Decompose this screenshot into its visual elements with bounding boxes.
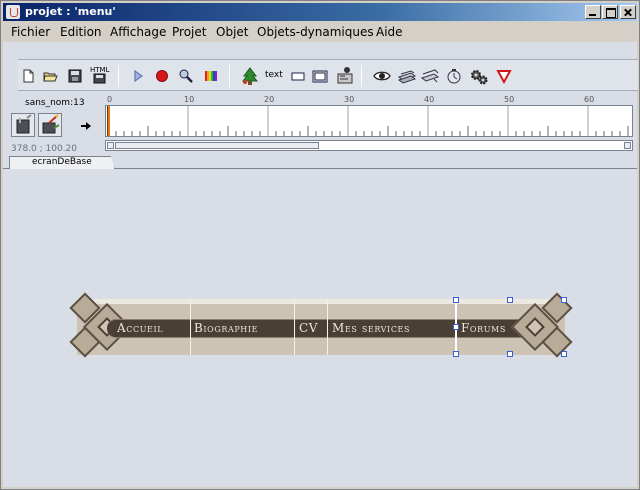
minimize-button[interactable] (585, 5, 601, 19)
timeline-scrollbar[interactable] (105, 140, 633, 151)
ruler-label: 0 (107, 95, 113, 104)
selection-handle[interactable] (453, 351, 459, 357)
zoom-icon[interactable] (178, 68, 194, 84)
application-window: projet : 'menu' Fichier Edition Affichag… (0, 0, 640, 490)
menu-objets-dynamiques[interactable]: Objets-dynamiques (257, 25, 374, 39)
ruler-labels: 0 10 20 30 40 50 60 (105, 95, 633, 105)
toolbar: HTML text (18, 59, 638, 91)
divider (294, 299, 295, 355)
window-title: projet : 'menu' (25, 5, 116, 18)
menu-banner[interactable]: Accueil Biographie CV Mes services Forum… (69, 292, 573, 358)
new-file-icon[interactable] (20, 68, 36, 84)
layers-alt-icon[interactable] (420, 68, 440, 84)
tab-label: ecranDeBase (32, 157, 92, 167)
menu-affichage[interactable]: Affichage (110, 25, 166, 39)
html-export-icon[interactable]: HTML (90, 65, 110, 85)
toolbar-separator (118, 65, 119, 87)
banner-item-accueil[interactable]: Accueil (117, 321, 163, 335)
ruler-label: 50 (504, 95, 515, 104)
open-folder-icon[interactable] (42, 68, 58, 84)
gears-icon[interactable] (469, 68, 489, 85)
scroll-right-button[interactable] (624, 142, 631, 149)
timeline-ruler[interactable] (105, 105, 633, 137)
color-palette-icon[interactable] (203, 68, 219, 84)
maximize-button[interactable] (602, 5, 618, 19)
java-icon (6, 5, 20, 19)
eye-icon[interactable] (373, 68, 391, 84)
menu-projet[interactable]: Projet (172, 25, 206, 39)
close-button[interactable] (620, 5, 636, 19)
banner-item-forums[interactable]: Forums (461, 321, 506, 335)
save-icon[interactable] (67, 68, 83, 84)
coordinates-readout: 378.0 ; 100.20 (11, 144, 78, 154)
ruler-label: 60 (584, 95, 595, 104)
svg-text:HTML: HTML (90, 66, 110, 74)
divider (327, 299, 328, 355)
ruler-label: 30 (344, 95, 355, 104)
rectangle-tool-icon[interactable] (290, 68, 306, 84)
toolbar-separator (229, 65, 230, 87)
selection-handle[interactable] (507, 297, 513, 303)
selection-handle[interactable] (561, 297, 567, 303)
banner-item-cv[interactable]: CV (299, 321, 318, 335)
scroll-left-button[interactable] (107, 142, 114, 149)
filter-icon[interactable] (496, 68, 512, 85)
menu-edition[interactable]: Edition (60, 25, 102, 39)
record-icon[interactable] (154, 68, 170, 84)
ruler-ticks (107, 106, 629, 136)
selection-handle[interactable] (453, 297, 459, 303)
banner-item-mes-services[interactable]: Mes services (332, 321, 410, 335)
tree-icon[interactable] (240, 66, 260, 86)
text-tool-icon[interactable]: text (263, 68, 287, 84)
layers-icon[interactable] (397, 68, 417, 84)
menu-fichier[interactable]: Fichier (11, 25, 50, 39)
toolbar-separator (361, 65, 362, 87)
banner-item-biographie[interactable]: Biographie (194, 321, 258, 335)
divider (190, 299, 191, 355)
object-tool-icon[interactable] (335, 65, 355, 85)
title-bar[interactable]: projet : 'menu' (3, 3, 637, 21)
selection-handle[interactable] (561, 351, 567, 357)
arrow-right-icon (81, 122, 91, 130)
bucket-tool-icon[interactable] (11, 113, 35, 137)
timer-icon[interactable] (446, 68, 462, 84)
scene-name: sans_nom:13 (25, 98, 85, 108)
ruler-label: 40 (424, 95, 435, 104)
banner-top-strip (77, 299, 565, 304)
frame-tool-icon[interactable] (312, 68, 328, 84)
menu-objet[interactable]: Objet (216, 25, 248, 39)
scroll-thumb[interactable] (115, 142, 319, 149)
ruler-label: 20 (264, 95, 275, 104)
tab-ecran-de-base[interactable]: ecranDeBase (9, 156, 115, 169)
selection-handle[interactable] (453, 324, 459, 330)
menu-bar: Fichier Edition Affichage Projet Objet O… (3, 22, 637, 42)
play-icon[interactable] (130, 68, 146, 84)
wand-tool-icon[interactable] (38, 113, 62, 137)
selection-handle[interactable] (507, 351, 513, 357)
menu-aide[interactable]: Aide (376, 25, 403, 39)
ruler-label: 10 (184, 95, 195, 104)
